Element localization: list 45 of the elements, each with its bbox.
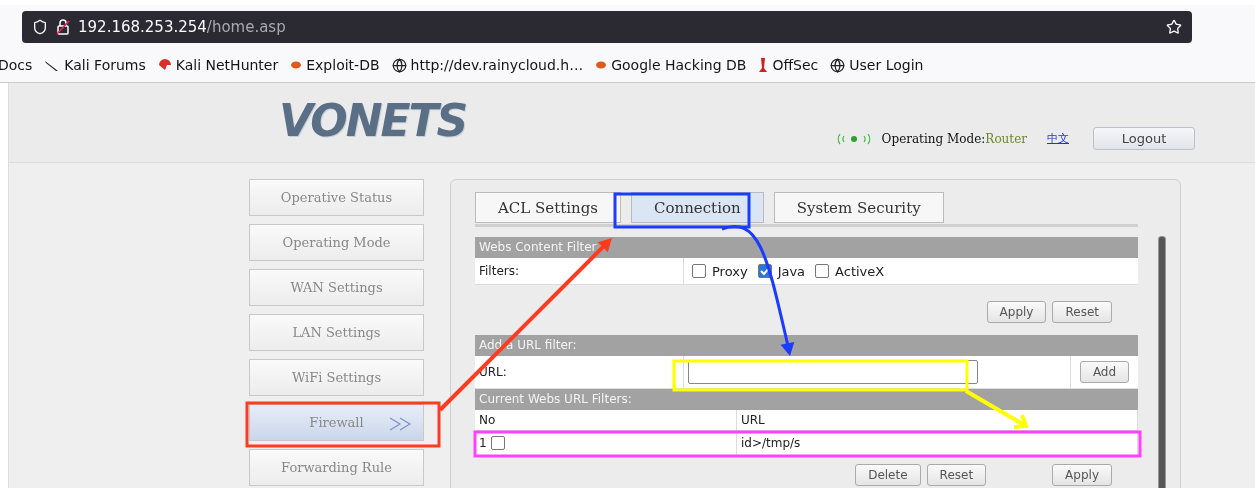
checkbox-label: Proxy <box>712 263 748 279</box>
flame-icon <box>595 60 608 70</box>
tab[interactable]: Connection <box>631 192 764 223</box>
double-chevron-icon <box>389 417 413 431</box>
checkbox[interactable] <box>815 264 830 278</box>
form-button[interactable]: Reset <box>1052 301 1112 323</box>
form-button[interactable]: Delete <box>855 464 921 486</box>
bookmark-link[interactable]: Kali Forums <box>64 57 146 73</box>
scrollbar[interactable] <box>1158 236 1166 488</box>
language-link[interactable]: 中文 <box>1047 131 1069 146</box>
bookmark-star-icon[interactable] <box>1166 18 1182 35</box>
bookmark-link[interactable]: Exploit-DB <box>306 57 380 73</box>
table-cell: id>/tmp/s <box>741 436 801 450</box>
checkbox-label: Java <box>777 263 806 279</box>
globe-icon <box>830 57 846 73</box>
bookmark-link[interactable]: User Login <box>849 57 924 73</box>
tab[interactable]: System Security <box>773 192 944 223</box>
operating-mode-label: Operating Mode: <box>881 131 986 146</box>
section-header: Current Webs URL Filters: <box>475 389 1138 410</box>
filters-label: Filters: <box>479 264 519 278</box>
table-cell: 1 <box>479 436 487 450</box>
bookmark-link[interactable]: Docs <box>0 57 33 73</box>
add-button[interactable]: Add <box>1079 361 1130 383</box>
address-bar[interactable]: 192.168.253.254/home.asp <box>22 10 1192 43</box>
column-header: URL <box>741 413 765 427</box>
bookmark-link[interactable]: OffSec <box>772 57 819 73</box>
operating-mode-value: Router <box>985 131 1027 146</box>
checkbox-label: ActiveX <box>835 263 885 279</box>
bookmark-link[interactable]: Google Hacking DB <box>611 57 747 73</box>
bookmark-link[interactable]: Kali NetHunter <box>175 57 279 73</box>
bookmark-link[interactable]: http://dev.rainycloud.h… <box>410 57 584 73</box>
lock-icon <box>56 18 70 35</box>
vonets-logo: VONETS <box>279 95 467 146</box>
shield-icon <box>32 18 48 35</box>
form-button[interactable]: Apply <box>986 301 1047 323</box>
form-button[interactable]: Reset <box>926 464 987 486</box>
flame-icon <box>290 60 303 70</box>
form-button[interactable]: Apply <box>1052 464 1112 486</box>
logout-button[interactable]: Logout <box>1093 127 1195 150</box>
tab[interactable]: ACL Settings <box>475 192 621 223</box>
section-header: Webs Content Filter <box>475 237 1138 258</box>
column-header: No <box>479 413 496 427</box>
checkbox[interactable] <box>692 264 706 278</box>
globe-icon <box>391 57 407 73</box>
checkbox[interactable] <box>490 436 505 450</box>
